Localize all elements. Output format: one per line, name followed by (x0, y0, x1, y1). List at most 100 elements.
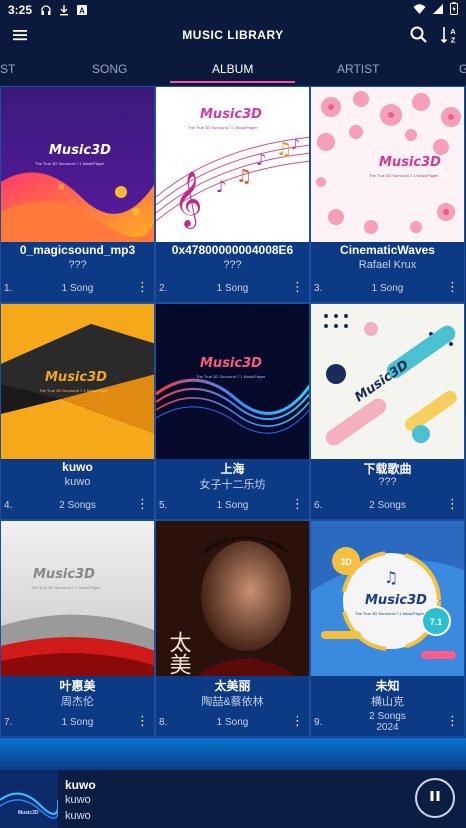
album-card-yehuimei[interactable]: Music3D The True 3D Surround 7.1 MusicPl… (0, 520, 155, 737)
logo-tagline: The True 3D Surround 7.1 MusicPlayer (196, 374, 266, 379)
now-playing-bar: Music3D kuwo kuwo kuwo (0, 738, 466, 828)
album-title: 太美丽 (214, 679, 251, 693)
music3d-logo: Music3D (365, 593, 427, 608)
now-playing-art[interactable]: Music3D (0, 770, 58, 828)
svg-text:♫: ♫ (384, 568, 398, 587)
more-options-icon[interactable]: ⋮ (291, 496, 304, 512)
tab-album[interactable]: ALBUM (212, 62, 253, 76)
svg-text:3D: 3D (340, 557, 352, 567)
headphones-icon (40, 4, 52, 16)
signal-icon (432, 3, 444, 18)
svg-text:Z: Z (451, 36, 456, 45)
now-playing-artist: kuwo (65, 794, 91, 806)
more-options-icon[interactable]: ⋮ (136, 496, 149, 512)
album-card-taimeili[interactable]: 太美 太美丽 陶喆&蔡依林 8. 1 Song ⋮ (155, 520, 310, 737)
album-song-count: 2 Songs (369, 500, 406, 511)
album-art-yellow-geometric: Music3D The True 3D Surround 7.1 MusicPl… (1, 304, 154, 459)
album-song-count: 1 Song (61, 283, 94, 294)
logo-tagline: The True 3D Surround 7.1 MusicPlayer (369, 173, 439, 178)
svg-text:♫: ♫ (276, 139, 292, 160)
album-card-0x4780[interactable]: 𝄞 ♪ ♫ ♪ ♫ ♪ Music3D The True 3D Surround… (155, 86, 310, 303)
svg-text:𝄞: 𝄞 (174, 171, 202, 229)
album-song-count-text: 2 Songs (369, 711, 406, 722)
album-art-portrait: 太美 (156, 521, 309, 676)
album-art-silver-red: Music3D The True 3D Surround 7.1 MusicPl… (1, 521, 154, 676)
album-song-count: 2 Songs 2024 (311, 711, 464, 733)
album-title: 叶惠美 (59, 679, 96, 693)
now-playing-album: kuwo (65, 810, 91, 822)
sort-az-icon[interactable]: A Z (440, 25, 460, 45)
album-card-shanghai[interactable]: Music3D The True 3D Surround 7.1 MusicPl… (155, 303, 310, 520)
album-title: 0_magicsound_mp3 (19, 243, 136, 257)
download-icon (58, 4, 70, 16)
logo-tagline: The True 3D Surround 7.1 MusicPlayer (188, 125, 258, 130)
album-artist: 陶喆&蔡依林 (201, 696, 264, 708)
now-playing-title: kuwo (65, 778, 96, 792)
now-playing-panel[interactable]: Music3D kuwo kuwo kuwo (0, 770, 466, 828)
album-song-count: 1 Song (216, 717, 249, 728)
app-header: MUSIC LIBRARY A Z (0, 20, 466, 50)
page-title: MUSIC LIBRARY (182, 28, 284, 42)
album-art-teal-badge: ♫ 3D 7.1 Music3D The True 3D Surround 7.… (311, 521, 464, 676)
album-artist: 横山克 (371, 696, 404, 708)
album-title: 上海 (220, 462, 245, 476)
tab-artist[interactable]: ARTIST (337, 62, 379, 76)
album-card-kuwo[interactable]: Music3D The True 3D Surround 7.1 MusicPl… (0, 303, 155, 520)
more-options-icon[interactable]: ⋮ (446, 496, 459, 512)
logo-tagline: The True 3D Surround 7.1 MusicPlayer (31, 585, 101, 590)
status-time: 3:25 (8, 3, 33, 17)
album-song-count: 1 Song (371, 283, 404, 294)
album-card-downloads[interactable]: Music3D 下载歌曲 ??? 6. 2 Songs ⋮ (310, 303, 465, 520)
svg-text:A: A (79, 7, 85, 16)
pause-button[interactable] (415, 778, 455, 818)
album-song-count: 2 Songs (59, 500, 96, 511)
search-icon[interactable] (409, 25, 429, 45)
album-song-count: 1 Song (61, 717, 94, 728)
more-options-icon[interactable]: ⋮ (136, 279, 149, 295)
music3d-logo: Music3D (45, 370, 107, 385)
svg-text:太美: 太美 (166, 631, 192, 675)
svg-text:♪: ♪ (291, 137, 300, 153)
status-bar: 3:25 A (0, 0, 466, 20)
active-tab-indicator (170, 81, 295, 83)
logo-tagline: The True 3D Surround 7.1 MusicPlayer (355, 611, 425, 616)
album-artist: 周杰伦 (61, 696, 94, 708)
more-options-icon[interactable]: ⋮ (291, 279, 304, 295)
album-song-count: 1 Song (216, 283, 249, 294)
album-artist: ??? (68, 259, 87, 271)
album-title: kuwo (62, 460, 93, 474)
svg-text:7.1: 7.1 (430, 617, 443, 627)
wifi-icon (413, 3, 426, 18)
more-options-icon[interactable]: ⋮ (446, 279, 459, 295)
svg-text:♫: ♫ (236, 166, 252, 187)
album-artist: ??? (223, 259, 242, 271)
tab-bar: ST SONG ALBUM ARTIST G (0, 50, 466, 85)
album-year: 2024 (376, 722, 399, 733)
album-title: 未知 (375, 679, 400, 693)
album-artist: Rafael Krux (358, 259, 417, 271)
tab-list[interactable]: ST (0, 62, 15, 76)
pause-icon (428, 789, 442, 808)
album-grid: Music3D The True 3D Surround 7.1 MusicPl… (0, 86, 466, 738)
battery-icon (450, 2, 458, 18)
logo-tagline: The True 3D Surround 7.1 MusicPlayer (39, 388, 109, 393)
album-card-0-magicsound[interactable]: Music3D The True 3D Surround 7.1 MusicPl… (0, 86, 155, 303)
more-options-icon[interactable]: ⋮ (446, 713, 459, 729)
album-card-unknown[interactable]: ♫ 3D 7.1 Music3D The True 3D Surround 7.… (310, 520, 465, 737)
music3d-logo: Music3D (49, 143, 111, 158)
more-options-icon[interactable]: ⋮ (136, 713, 149, 729)
logo-tagline: The True 3D Surround 7.1 MusicPlayer (35, 161, 105, 166)
more-options-icon[interactable]: ⋮ (291, 713, 304, 729)
album-song-count: 1 Song (216, 500, 249, 511)
album-card-cinematicwaves[interactable]: Music3D The True 3D Surround 7.1 MusicPl… (310, 86, 465, 303)
album-title: CinematicWaves (340, 243, 435, 257)
album-title: 下载歌曲 (363, 462, 412, 476)
tab-genre[interactable]: G (459, 62, 466, 76)
album-art-purple-wave: Music3D The True 3D Surround 7.1 MusicPl… (1, 87, 154, 242)
album-artist: ??? (378, 476, 397, 488)
svg-text:♪: ♪ (256, 150, 266, 169)
music3d-logo: Music3D (200, 356, 262, 371)
tab-song[interactable]: SONG (92, 62, 127, 76)
music3d-logo: Music3D (379, 155, 441, 170)
music3d-logo: Music3D (33, 567, 95, 582)
